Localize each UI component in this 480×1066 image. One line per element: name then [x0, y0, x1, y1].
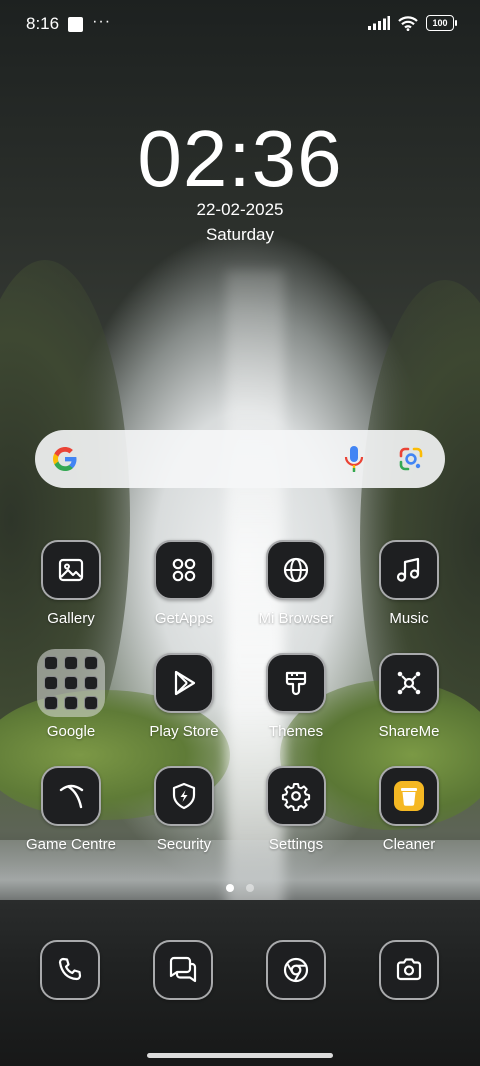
folder-google[interactable]: Google — [16, 649, 126, 740]
folder-app-icon — [84, 676, 98, 690]
folder-app-icon — [44, 676, 58, 690]
home-gesture-bar[interactable] — [147, 1053, 333, 1058]
app-cleaner[interactable]: Cleaner — [354, 766, 464, 853]
game-centre-icon — [59, 784, 84, 809]
dock-phone[interactable] — [40, 940, 100, 1000]
home-screen: 8:16 ··· 100 02:36 22-02-2025 Saturday G… — [0, 0, 480, 1066]
dock-messages[interactable] — [153, 940, 213, 1000]
chrome-icon — [283, 957, 309, 983]
google-search-bar[interactable] — [35, 430, 445, 488]
dock-chrome[interactable] — [266, 940, 326, 1000]
app-label: Google — [46, 723, 96, 740]
folder-app-icon — [84, 696, 98, 710]
app-label: Play Store — [149, 723, 219, 740]
play-store-icon — [174, 670, 196, 696]
app-game-centre[interactable]: Game Centre — [16, 766, 126, 853]
app-security[interactable]: Security — [129, 766, 239, 853]
app-label: Music — [389, 610, 429, 627]
getapps-icon — [172, 558, 196, 582]
folder-app-icon — [44, 656, 58, 670]
folder-icon — [37, 649, 105, 717]
folder-app-icon — [84, 656, 98, 670]
phone-icon — [58, 957, 82, 981]
wifi-icon — [398, 15, 418, 31]
status-bar: 8:16 ··· 100 — [0, 0, 480, 46]
signal-icon — [368, 16, 390, 30]
google-g-icon — [53, 447, 77, 471]
app-label: GetApps — [154, 610, 214, 627]
app-label: Cleaner — [382, 836, 436, 853]
app-label: Game Centre — [25, 836, 117, 853]
app-label: Settings — [268, 836, 324, 853]
status-time: 8:16 — [26, 14, 60, 33]
trash-bin-icon — [394, 781, 424, 811]
gallery-icon — [58, 558, 84, 582]
folder-app-icon — [64, 656, 78, 670]
clock-weekday: Saturday — [205, 225, 275, 244]
clock-time[interactable]: 02:36 — [0, 112, 480, 206]
app-label: Gallery — [47, 610, 95, 627]
camera-icon — [396, 958, 422, 981]
messages-icon — [169, 956, 197, 983]
folder-app-icon — [44, 696, 58, 710]
app-gallery[interactable]: Gallery — [16, 540, 126, 627]
app-mi-browser[interactable]: Mi Browser — [241, 540, 351, 627]
shield-bolt-icon — [172, 782, 196, 810]
shareme-icon — [397, 671, 421, 695]
app-label: Mi Browser — [258, 610, 334, 627]
more-notifications-icon: ··· — [92, 12, 112, 30]
page-dot[interactable] — [246, 884, 254, 892]
page-dot-active[interactable] — [226, 884, 234, 892]
folder-app-icon — [64, 676, 78, 690]
microphone-icon[interactable] — [340, 444, 368, 474]
app-shareme[interactable]: ShareMe — [354, 653, 464, 740]
app-label: Security — [156, 836, 212, 853]
app-play-store[interactable]: Play Store — [129, 653, 239, 740]
battery-icon: 100 — [426, 15, 457, 31]
page-indicator — [0, 884, 480, 892]
app-getapps[interactable]: GetApps — [129, 540, 239, 627]
app-settings[interactable]: Settings — [241, 766, 351, 853]
app-themes[interactable]: Themes — [241, 653, 351, 740]
google-lens-icon[interactable] — [397, 445, 425, 473]
folder-app-icon — [64, 696, 78, 710]
clock-date: 22-02-2025 — [196, 200, 284, 219]
battery-level: 100 — [432, 18, 448, 28]
notification-square-icon — [68, 16, 84, 32]
gear-icon — [281, 783, 311, 811]
dock-camera[interactable] — [379, 940, 439, 1000]
app-label: Themes — [268, 723, 324, 740]
globe-icon — [283, 557, 309, 583]
app-music[interactable]: Music — [354, 540, 464, 627]
paintbrush-icon — [285, 671, 307, 696]
app-label: ShareMe — [378, 723, 440, 740]
music-note-icon — [396, 557, 420, 582]
